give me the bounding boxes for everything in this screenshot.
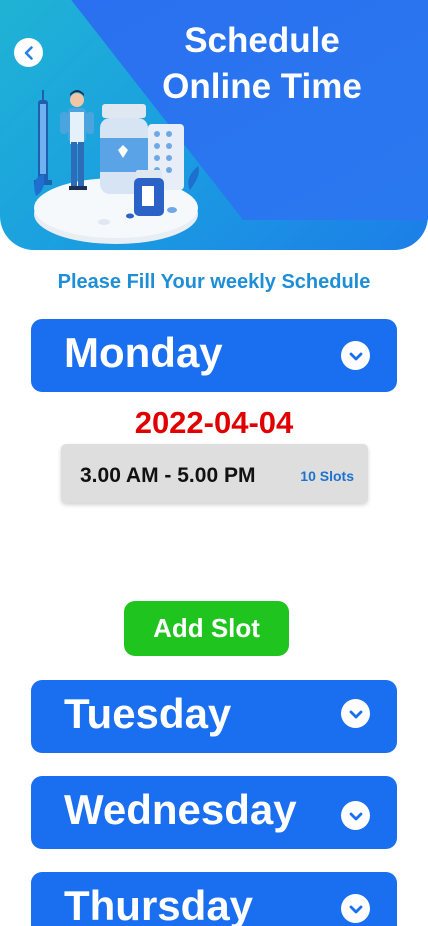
- schedule-page: Schedule Online Time Please Fill Your we…: [0, 0, 428, 926]
- day-label: Monday: [64, 329, 223, 376]
- back-button[interactable]: [14, 38, 43, 67]
- slot-count: 10 Slots: [300, 468, 354, 484]
- chevron-down-glyph: [349, 812, 362, 820]
- doctor-medicine-illustration: [34, 90, 199, 244]
- day-card-wednesday[interactable]: Wednesday: [31, 776, 397, 849]
- day-label: Tuesday: [64, 690, 232, 737]
- header-banner: Schedule Online Time: [0, 0, 428, 250]
- chevron-left-icon: [24, 45, 33, 60]
- day-label: Wednesday: [64, 786, 297, 833]
- chevron-down-icon[interactable]: [341, 699, 370, 728]
- schedule-date: 2022-04-04: [134, 405, 294, 440]
- chevron-down-glyph: [349, 710, 362, 718]
- page-title-line1: Schedule: [184, 21, 340, 60]
- chevron-down-icon[interactable]: [341, 341, 370, 370]
- time-slot[interactable]: 3.00 AM - 5.00 PM 10 Slots: [61, 444, 368, 503]
- add-slot-button[interactable]: Add Slot: [124, 601, 289, 656]
- day-card-tuesday[interactable]: Tuesday: [31, 680, 397, 753]
- day-label: Thursday: [64, 882, 254, 926]
- chevron-down-icon[interactable]: [341, 801, 370, 830]
- chevron-down-glyph: [349, 352, 362, 360]
- chevron-down-icon[interactable]: [341, 894, 370, 923]
- chevron-down-glyph: [349, 905, 362, 913]
- schedule-instructions: Please Fill Your weekly Schedule: [57, 271, 371, 293]
- day-card-monday[interactable]: Monday: [31, 319, 397, 392]
- day-card-thursday[interactable]: Thursday: [31, 872, 397, 926]
- slot-time-range: 3.00 AM - 5.00 PM: [80, 464, 256, 487]
